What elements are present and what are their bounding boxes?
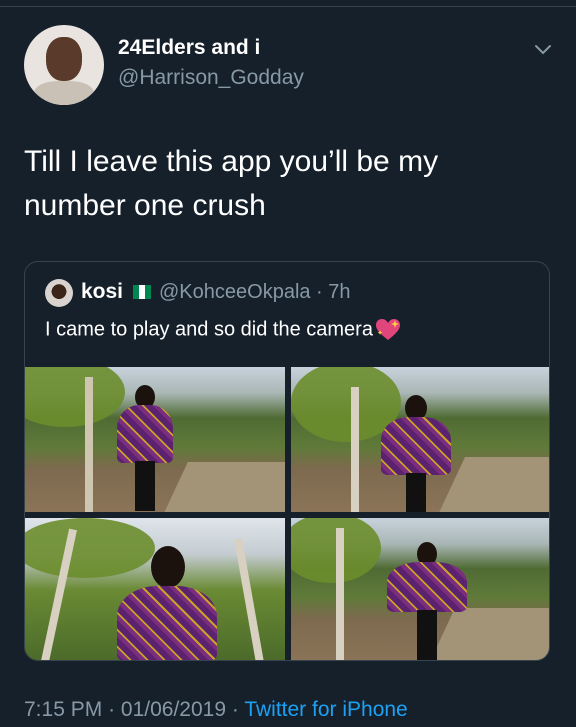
nigeria-flag-icon — [133, 285, 151, 299]
avatar[interactable] — [24, 25, 104, 105]
sparkling-heart-icon — [375, 319, 400, 340]
avatar-shirt — [34, 81, 94, 105]
photo-1[interactable] — [25, 367, 285, 512]
quoted-text: I came to play and so did the camera — [45, 318, 373, 341]
user-handle[interactable]: @Harrison_Godday — [118, 66, 304, 90]
quoted-handle-time: @KohceeOkpala · 7h — [159, 281, 351, 303]
quoted-avatar[interactable] — [45, 279, 73, 307]
photo-3[interactable] — [25, 518, 285, 660]
quoted-display-name[interactable]: kosi — [81, 280, 123, 304]
photo-4[interactable] — [291, 518, 549, 660]
quoted-text-line: I came to play and so did the camera — [45, 318, 401, 342]
photo-grid — [25, 367, 549, 660]
meta-separator: · — [231, 698, 239, 721]
tweet-time: 7:15 PM — [24, 698, 103, 721]
tweet-text: Till I leave this app you’ll be my numbe… — [24, 145, 439, 222]
photo-2[interactable] — [291, 367, 549, 512]
tweet-date: 01/06/2019 — [120, 698, 227, 721]
quoted-tweet[interactable]: kosi @KohceeOkpala · 7h I came to play a… — [24, 261, 550, 661]
avatar-face — [46, 37, 82, 81]
top-divider — [0, 6, 576, 7]
tweet-source-link[interactable]: Twitter for iPhone — [244, 698, 407, 721]
display-name[interactable]: 24Elders and i — [118, 36, 260, 60]
tweet-metadata: 7:15 PM · 01/06/2019 · Twitter for iPhon… — [24, 698, 408, 722]
chevron-down-icon[interactable] — [533, 40, 553, 60]
meta-separator: · — [108, 698, 116, 721]
